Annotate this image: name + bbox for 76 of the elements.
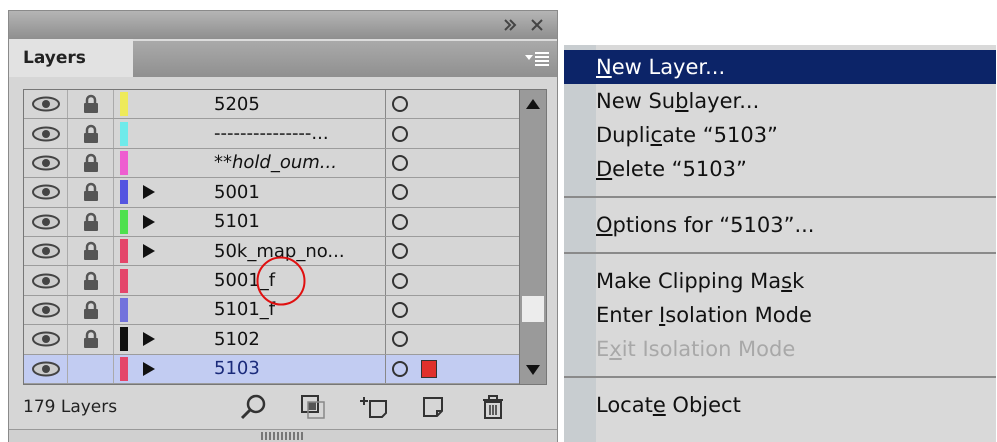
expand-triangle-icon[interactable]	[142, 331, 156, 348]
lock-icon[interactable]	[82, 212, 98, 232]
layer-name: 5101	[214, 211, 260, 232]
target-circle-icon[interactable]	[392, 302, 408, 318]
layer-row[interactable]: 5101	[24, 208, 519, 237]
target-circle-icon[interactable]	[392, 360, 408, 377]
layer-name: 5102	[214, 328, 260, 350]
eye-icon[interactable]	[30, 184, 60, 200]
menu-item[interactable]: Duplicate “5103”	[564, 118, 996, 152]
eye-icon[interactable]	[30, 302, 60, 318]
target-circle-icon[interactable]	[392, 96, 408, 112]
scroll-up-icon[interactable]	[525, 98, 541, 110]
layer-row[interactable]: 50k_map_no...	[24, 236, 519, 266]
lock-icon[interactable]	[82, 329, 98, 350]
plus-page-icon	[358, 395, 388, 419]
page-icon	[421, 395, 445, 419]
menu-item[interactable]: Enter Isolation Mode	[564, 298, 996, 332]
menu-item[interactable]: New Layer...	[564, 50, 996, 84]
layer-count: 179 Layers	[23, 397, 118, 417]
lock-icon[interactable]	[82, 152, 98, 173]
layer-name: 5103	[214, 358, 260, 380]
trash-icon	[481, 394, 505, 420]
lock-icon[interactable]	[82, 182, 98, 202]
eye-icon[interactable]	[30, 214, 60, 230]
menu-item[interactable]: New Sublayer...	[564, 84, 996, 118]
layer-row[interactable]: ---------------...	[24, 119, 519, 149]
layer-row[interactable]: 5101_f	[24, 296, 519, 326]
target-circle-icon[interactable]	[392, 272, 408, 289]
lock-icon[interactable]	[82, 241, 98, 262]
eye-icon[interactable]	[30, 126, 60, 142]
target-circle-icon[interactable]	[392, 126, 408, 142]
scrollbar[interactable]	[519, 90, 546, 384]
close-icon[interactable]	[531, 19, 543, 31]
menu-item[interactable]: Delete “5103”	[564, 152, 996, 186]
lock-icon[interactable]	[82, 124, 98, 144]
expand-triangle-icon[interactable]	[142, 243, 156, 260]
target-circle-icon[interactable]	[392, 214, 408, 230]
layer-row[interactable]: **hold_oum...	[24, 148, 519, 178]
eye-icon[interactable]	[30, 272, 60, 289]
lock-icon[interactable]	[82, 300, 98, 320]
layer-row[interactable]: 5001	[24, 178, 519, 208]
lock-icon[interactable]	[82, 94, 98, 114]
layers-tab[interactable]: Layers	[9, 39, 133, 77]
menu-item[interactable]: Make Clipping Mask	[564, 264, 996, 298]
menu-item[interactable]: Options for “5103”...	[564, 208, 996, 242]
lock-icon[interactable]	[82, 270, 98, 291]
resize-grip-icon[interactable]	[261, 432, 305, 440]
layer-row[interactable]: 5103	[24, 354, 519, 384]
search-icon	[239, 393, 267, 421]
expand-triangle-icon[interactable]	[142, 184, 156, 200]
overlapping-squares-icon	[300, 394, 326, 420]
layer-row[interactable]: 5102	[24, 325, 519, 355]
collapse-icon[interactable]	[503, 19, 517, 31]
selected-art-indicator[interactable]	[421, 360, 437, 378]
scroll-down-icon[interactable]	[525, 364, 541, 376]
layer-name: **hold_oum...	[214, 152, 337, 174]
layer-name: ---------------...	[214, 123, 329, 144]
layer-name: 5205	[214, 94, 260, 115]
layer-name: 50k_map_no...	[214, 240, 345, 262]
target-circle-icon[interactable]	[392, 184, 408, 200]
eye-icon[interactable]	[30, 154, 60, 171]
eye-icon[interactable]	[30, 96, 60, 112]
scroll-thumb[interactable]	[522, 296, 544, 322]
expand-triangle-icon[interactable]	[142, 214, 156, 230]
layer-name: 5101_f	[214, 299, 276, 320]
target-circle-icon[interactable]	[392, 243, 408, 260]
menu-item[interactable]: Locate Object	[564, 388, 996, 422]
eye-icon[interactable]	[30, 331, 60, 348]
expand-triangle-icon[interactable]	[142, 360, 156, 377]
panel-menu-icon[interactable]	[525, 51, 549, 67]
target-circle-icon[interactable]	[392, 331, 408, 348]
layer-name: 5001	[214, 182, 260, 203]
eye-icon[interactable]	[30, 360, 60, 377]
layer-row[interactable]: 5205	[24, 90, 519, 120]
target-circle-icon[interactable]	[392, 154, 408, 171]
eye-icon[interactable]	[30, 243, 60, 260]
